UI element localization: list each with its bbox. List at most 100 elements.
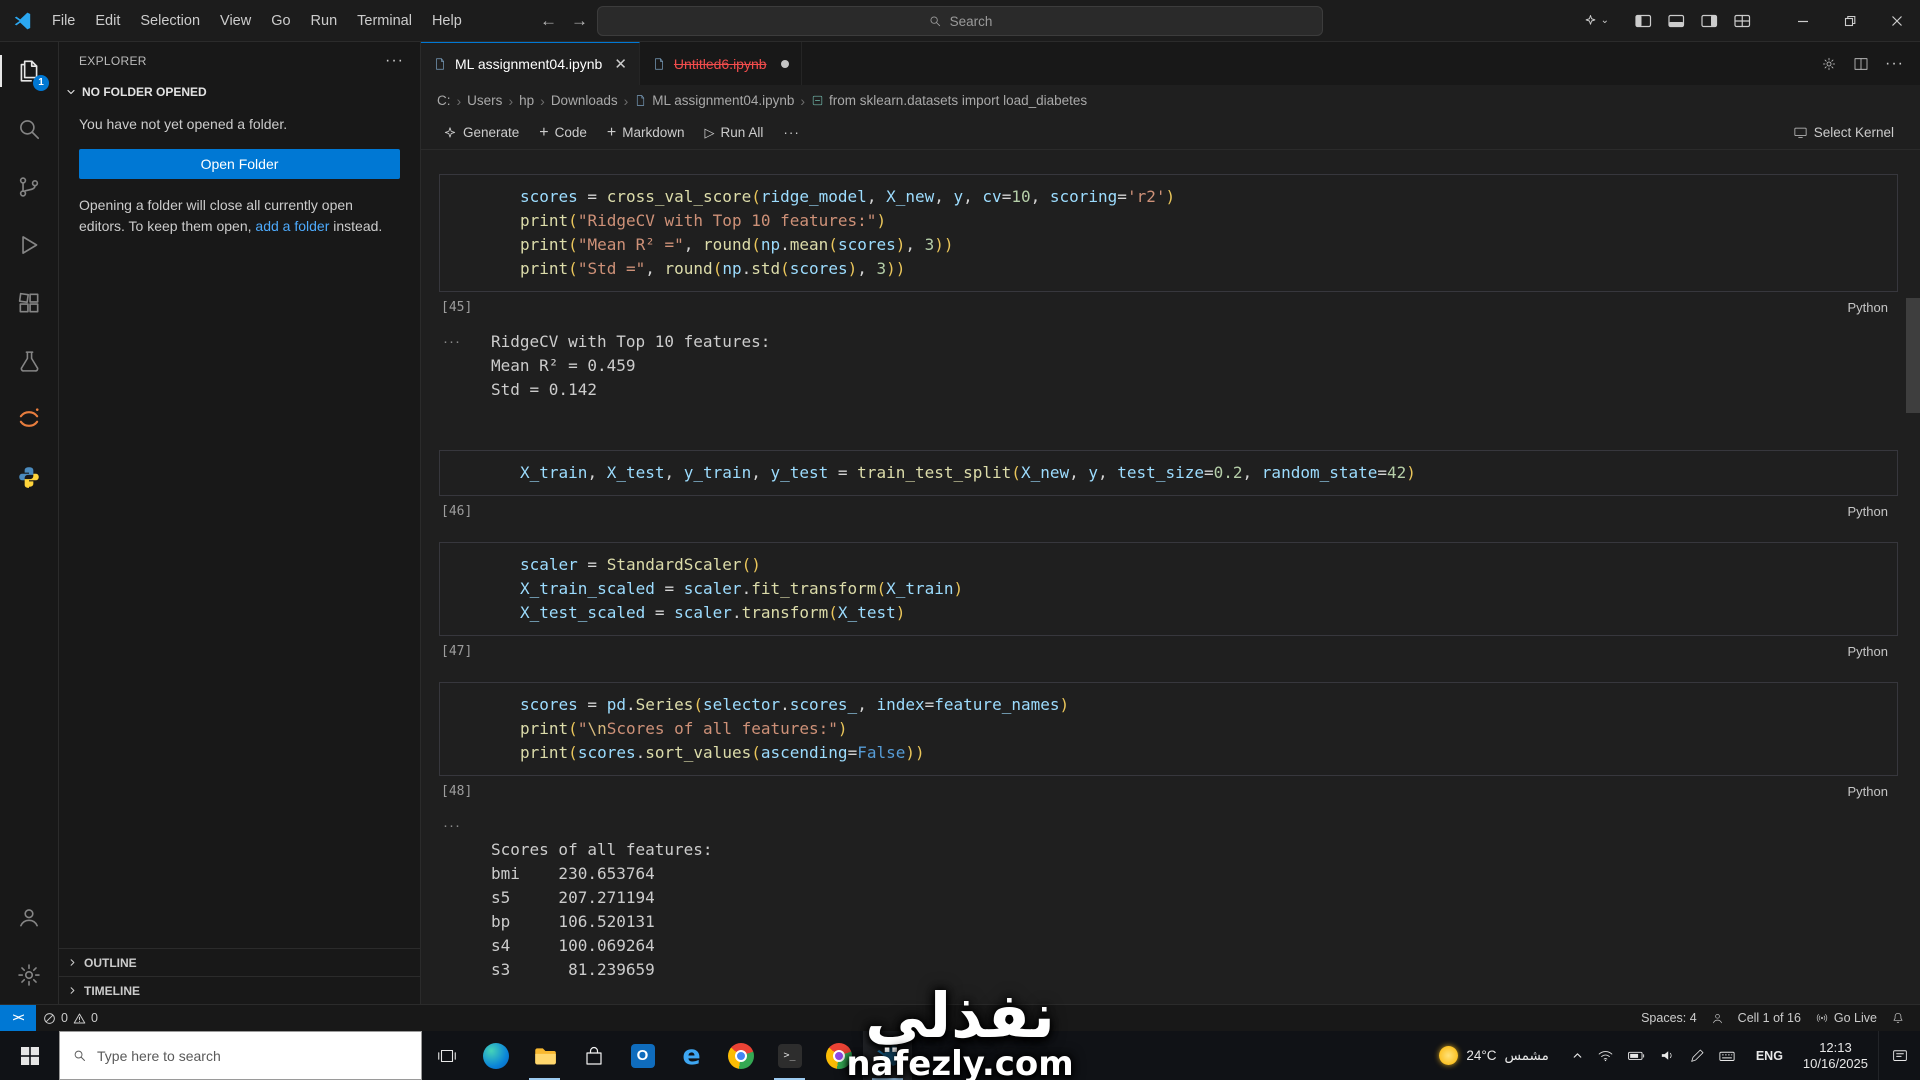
generate-button[interactable]: Generate — [435, 122, 527, 143]
taskbar-app-chrome[interactable] — [716, 1031, 765, 1080]
language-indicator[interactable]: ENG — [1746, 1031, 1793, 1080]
outline-section[interactable]: OUTLINE — [59, 948, 420, 976]
weather-desc: مشمس — [1504, 1047, 1549, 1063]
cell-editor[interactable]: X_train, X_test, y_train, y_test = train… — [439, 450, 1898, 496]
command-center-search[interactable]: Search — [597, 6, 1323, 36]
modified-dot-icon[interactable] — [780, 59, 789, 68]
problems-indicator[interactable]: 0 0 — [36, 1005, 105, 1031]
breadcrumb-item[interactable]: Users — [467, 93, 502, 108]
close-button[interactable] — [1873, 0, 1920, 42]
sidebar-item-extensions[interactable] — [0, 274, 58, 332]
taskbar-app-vscode[interactable] — [863, 1031, 912, 1080]
breadcrumb-item[interactable]: C: — [437, 93, 451, 108]
cell-indicator[interactable]: Cell 1 of 16 — [1731, 1011, 1808, 1025]
add-code-button[interactable]: + Code — [531, 121, 595, 145]
cell-status-bar: [48] Python — [439, 776, 1898, 806]
sidebar-item-source-control[interactable] — [0, 158, 58, 216]
cell-editor[interactable]: scores = cross_val_score(ridge_model, X_… — [439, 174, 1898, 292]
battery-icon[interactable] — [1627, 1046, 1646, 1065]
breadcrumb-item[interactable]: hp — [519, 93, 534, 108]
menu-edit[interactable]: Edit — [85, 8, 130, 34]
copilot-menu[interactable]: ⌄ — [1583, 13, 1609, 28]
select-kernel-button[interactable]: Select Kernel — [1785, 122, 1902, 143]
task-view-button[interactable] — [422, 1031, 471, 1080]
start-button[interactable] — [0, 1031, 59, 1080]
weather-widget[interactable]: 24°C مشمس — [1427, 1031, 1560, 1080]
indent-indicator[interactable]: Spaces: 4 — [1634, 1011, 1704, 1025]
menu-go[interactable]: Go — [261, 8, 300, 34]
toggle-panel-icon[interactable] — [1668, 13, 1685, 29]
forward-arrow-icon[interactable]: → — [571, 11, 588, 31]
cell-language-picker[interactable]: Python — [1848, 300, 1888, 315]
taskbar-search[interactable]: Type here to search — [59, 1031, 422, 1080]
menu-selection[interactable]: Selection — [130, 8, 210, 34]
taskbar-app-file-explorer[interactable] — [520, 1031, 569, 1080]
cell-language-picker[interactable]: Python — [1848, 644, 1888, 659]
taskbar-app-outlook[interactable]: O — [618, 1031, 667, 1080]
tab-ml-assignment04[interactable]: ML assignment04.ipynb ✕ — [421, 42, 640, 85]
no-folder-section-header[interactable]: NO FOLDER OPENED — [59, 80, 420, 104]
menu-run[interactable]: Run — [301, 8, 348, 34]
menu-file[interactable]: File — [42, 8, 85, 34]
settings-button[interactable] — [0, 946, 58, 1004]
tab-untitled6[interactable]: Untitled6.ipynb — [640, 42, 802, 85]
add-markdown-button[interactable]: + Markdown — [599, 121, 693, 145]
clock[interactable]: 12:13 10/16/2025 — [1793, 1031, 1878, 1080]
account-button[interactable] — [0, 888, 58, 946]
keyboard-icon[interactable] — [1718, 1047, 1736, 1065]
pen-icon[interactable] — [1689, 1048, 1705, 1064]
sidebar-item-run-debug[interactable] — [0, 216, 58, 274]
taskbar-app-edge[interactable] — [471, 1031, 520, 1080]
output-collapse-button[interactable]: ··· — [439, 330, 491, 354]
sidebar-item-search[interactable] — [0, 100, 58, 158]
breadcrumb-item-cell[interactable]: from sklearn.datasets import load_diabet… — [811, 93, 1087, 108]
run-all-button[interactable]: ▷ Run All — [697, 122, 772, 144]
sidebar-more-actions[interactable]: ··· — [385, 52, 404, 70]
go-live-button[interactable]: Go Live — [1808, 1011, 1884, 1025]
taskbar-app-store[interactable] — [569, 1031, 618, 1080]
timeline-section[interactable]: TIMELINE — [59, 976, 420, 1004]
action-center-button[interactable] — [1878, 1031, 1920, 1080]
menu-terminal[interactable]: Terminal — [347, 8, 422, 34]
taskbar-app-browser[interactable] — [814, 1031, 863, 1080]
toolbar-more-actions[interactable]: ··· — [775, 122, 808, 143]
sidebar-item-python[interactable] — [0, 448, 58, 506]
code-line: X_train, X_test, y_train, y_test = train… — [520, 463, 1416, 482]
cell-editor[interactable]: scaler = StandardScaler() X_train_scaled … — [439, 542, 1898, 636]
more-actions-icon[interactable]: ··· — [1885, 55, 1904, 73]
sidebar-item-testing[interactable] — [0, 332, 58, 390]
toggle-sidebar-left-icon[interactable] — [1635, 13, 1652, 29]
remote-indicator[interactable]: >< — [0, 1005, 36, 1031]
chevron-up-icon[interactable] — [1571, 1049, 1584, 1062]
breadcrumb-item[interactable]: Downloads — [551, 93, 618, 108]
toggle-sidebar-right-icon[interactable] — [1701, 13, 1718, 29]
output-collapse-button[interactable]: ··· — [439, 814, 491, 838]
sidebar-item-explorer[interactable]: 1 — [0, 42, 58, 100]
split-editor-icon[interactable] — [1853, 56, 1869, 72]
minimize-button[interactable] — [1779, 0, 1826, 42]
add-folder-link[interactable]: add a folder — [255, 218, 329, 234]
taskbar-app-terminal[interactable]: >_ — [765, 1031, 814, 1080]
notifications-button[interactable] — [1884, 1011, 1912, 1025]
wifi-icon[interactable] — [1597, 1047, 1614, 1064]
sidebar-item-jupyter[interactable] — [0, 390, 58, 448]
open-folder-button[interactable]: Open Folder — [79, 149, 400, 179]
warning-count: 0 — [90, 1011, 98, 1025]
back-arrow-icon[interactable]: ← — [540, 11, 557, 31]
volume-icon[interactable] — [1659, 1047, 1676, 1064]
scrollbar-thumb[interactable] — [1906, 298, 1920, 413]
breadcrumb-item-file[interactable]: ML assignment04.ipynb — [634, 93, 794, 108]
taskbar-app-edge-legacy[interactable]: e — [667, 1031, 716, 1080]
cell-language-picker[interactable]: Python — [1848, 784, 1888, 799]
editor-scrollbar[interactable] — [1906, 150, 1920, 1004]
close-tab-icon[interactable]: ✕ — [614, 55, 627, 73]
cell-language-picker[interactable]: Python — [1848, 504, 1888, 519]
accessibility-button[interactable] — [1704, 1012, 1731, 1025]
customize-layout-icon[interactable] — [1734, 13, 1751, 29]
chevron-right-icon: › — [800, 92, 806, 109]
menu-view[interactable]: View — [210, 8, 261, 34]
cell-editor[interactable]: scores = pd.Series(selector.scores_, ind… — [439, 682, 1898, 776]
menu-help[interactable]: Help — [422, 8, 472, 34]
notebook-settings-icon[interactable] — [1821, 56, 1837, 72]
restore-button[interactable] — [1826, 0, 1873, 42]
